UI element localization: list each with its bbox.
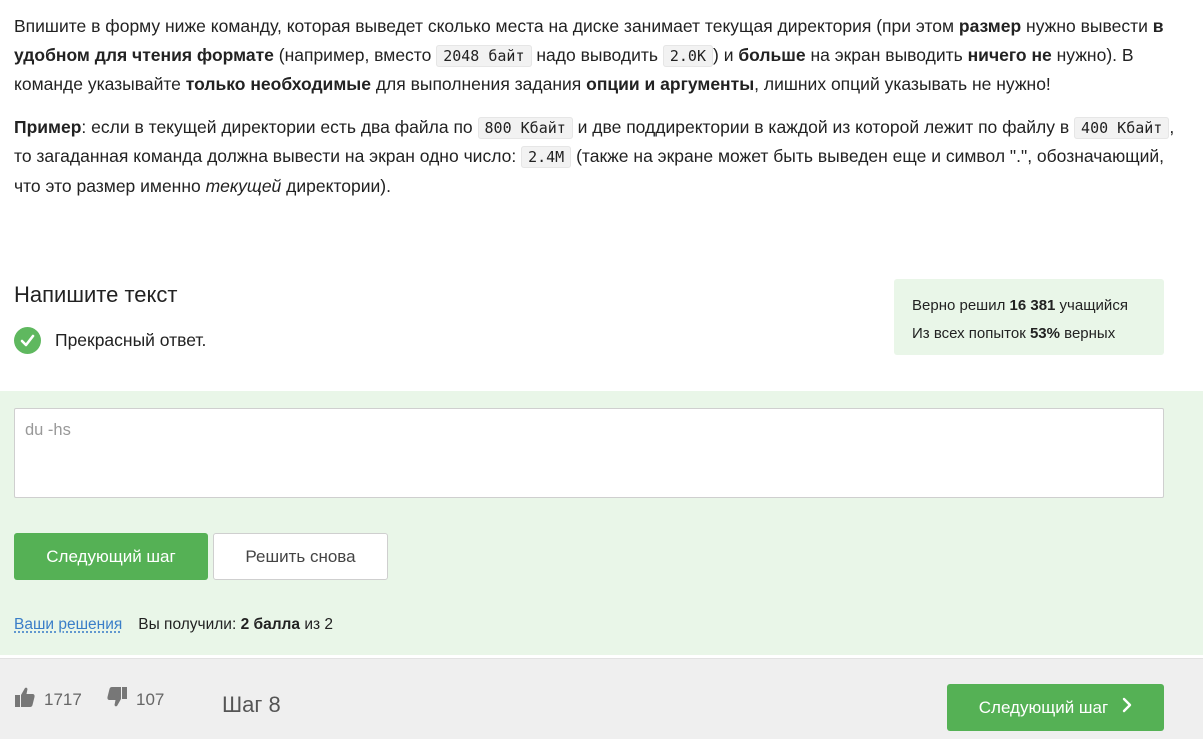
check-circle-icon bbox=[14, 327, 41, 354]
likes-count: 1717 bbox=[44, 689, 82, 709]
feedback-text: Прекрасный ответ. bbox=[55, 330, 207, 350]
code-snippet: 2048 байт bbox=[436, 44, 532, 67]
stats-solved: Верно решил 16 381 учащийся bbox=[912, 297, 1128, 314]
dislike-button[interactable]: 107 bbox=[106, 686, 164, 713]
retry-button[interactable]: Решить снова bbox=[213, 533, 388, 580]
step-page: Впишите в форму ниже команду, которая вы… bbox=[0, 0, 1203, 739]
your-solutions-link[interactable]: Ваши решения bbox=[14, 616, 122, 634]
step-footer: 1717 107 Шаг 8 Следующий шаг bbox=[0, 658, 1203, 739]
stats-accuracy: Из всех попыток 53% верных bbox=[912, 325, 1116, 342]
problem-paragraph-1: Впишите в форму ниже команду, которая вы… bbox=[14, 16, 1164, 94]
chevron-right-icon bbox=[1122, 697, 1132, 718]
footer-next-step-label: Следующий шаг bbox=[978, 697, 1109, 717]
footer-next-step-button[interactable]: Следующий шаг bbox=[947, 684, 1164, 731]
section-title: Напишите текст bbox=[14, 282, 178, 307]
code-snippet: 800 Кбайт bbox=[477, 116, 573, 139]
like-button[interactable]: 1717 bbox=[14, 686, 82, 713]
next-step-button[interactable]: Следующий шаг bbox=[14, 533, 208, 580]
thumbs-up-icon bbox=[14, 686, 36, 713]
score-text: Вы получили: 2 балла из 2 bbox=[138, 616, 334, 633]
stats-box: Верно решил 16 381 учащийся Из всех попы… bbox=[894, 279, 1164, 355]
problem-paragraph-2: Пример: если в текущей директории есть д… bbox=[14, 116, 1175, 196]
answer-area: du -hs Следующий шаг Решить снова Ваши р… bbox=[0, 391, 1203, 655]
code-snippet: 2.4M bbox=[521, 146, 572, 168]
step-number: Шаг 8 bbox=[222, 692, 281, 717]
dislikes-count: 107 bbox=[136, 689, 165, 709]
code-snippet: 2.0K bbox=[662, 44, 713, 67]
feedback-message: Прекрасный ответ. bbox=[14, 327, 206, 354]
thumbs-down-icon bbox=[106, 686, 128, 713]
problem-statement: Впишите в форму ниже команду, которая вы… bbox=[14, 12, 1179, 214]
answer-textarea[interactable]: du -hs bbox=[14, 408, 1164, 498]
code-snippet: 400 Кбайт bbox=[1074, 116, 1170, 139]
solutions-row: Ваши решения Вы получили: 2 балла из 2 bbox=[14, 616, 333, 634]
